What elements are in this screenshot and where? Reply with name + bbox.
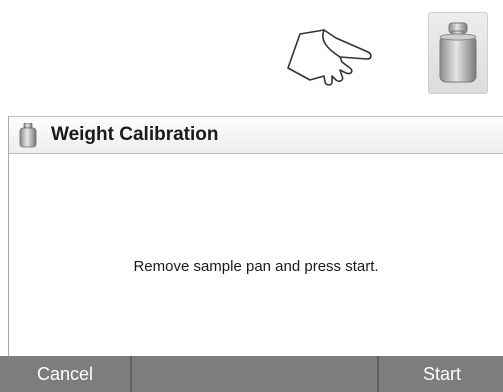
calibration-weight-button[interactable] [428,12,488,94]
dialog-footer: Cancel Start [0,356,503,392]
dialog-title: Weight Calibration [51,124,219,145]
footer-spacer [132,356,377,392]
hand-pointing-right-icon [280,24,376,90]
dialog-body: Remove sample pan and press start. [9,154,503,346]
calibration-dialog: Weight Calibration Remove sample pan and… [0,116,503,392]
start-button[interactable]: Start [377,356,503,392]
cancel-button[interactable]: Cancel [0,356,132,392]
instruction-message: Remove sample pan and press start. [133,258,379,275]
calibration-weight-icon [439,22,477,83]
dialog-title-bar: Weight Calibration [9,116,503,154]
calibration-weight-icon [19,123,37,148]
